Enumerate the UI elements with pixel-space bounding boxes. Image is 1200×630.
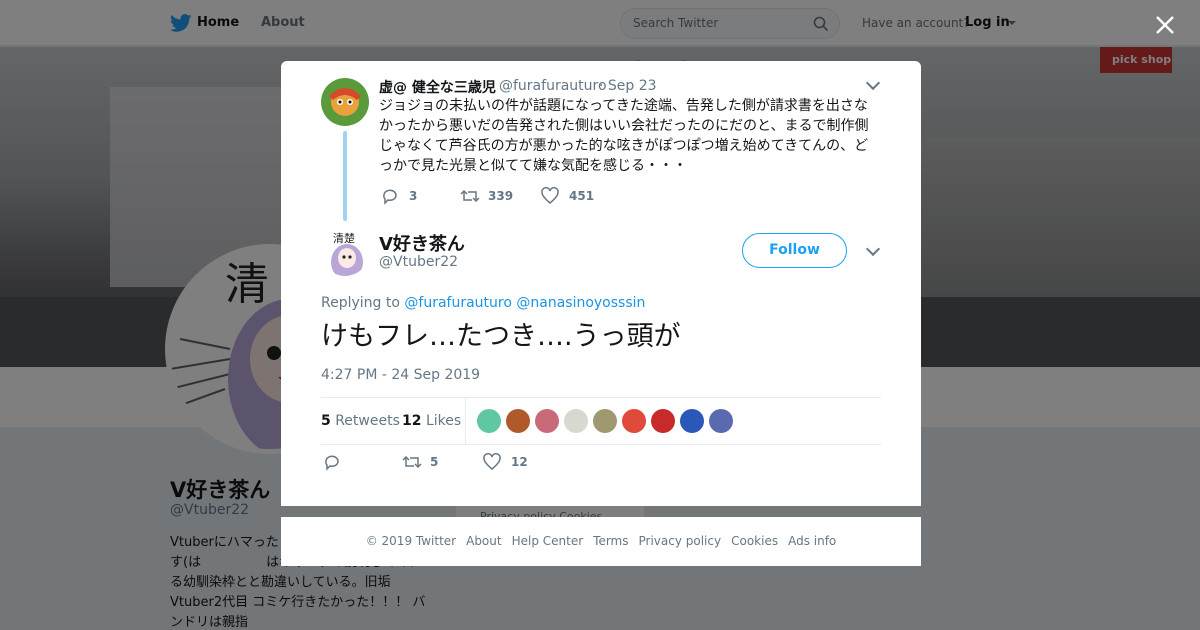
footer-links: © 2019 Twitter About Help Center Terms Priva… [281,534,921,548]
retweet-stat-label: Retweets [335,413,400,429]
tweet-text: けもフレ…たつき….うっ頭が [321,321,681,352]
like-stat[interactable]: 12 Likes [402,413,461,429]
liker-avatar[interactable] [506,409,530,433]
thread-connector-line [343,131,347,221]
liker-avatar[interactable] [709,409,733,433]
heart-icon [541,187,559,204]
footer-link[interactable]: Cookies [731,534,778,548]
footer-link[interactable]: Terms [593,534,628,548]
liker-avatar[interactable] [535,409,559,433]
parent-tweet-author-handle[interactable]: @furafurauturo [499,78,607,94]
retweet-icon [402,455,422,469]
chevron-down-icon[interactable] [865,75,881,91]
parent-reply-action[interactable]: 3 [381,187,441,205]
replying-to-line: Replying to @furafurauturo @nanasinoyoss… [321,295,645,311]
tweet-author-name[interactable]: V好き茶ん [379,230,465,256]
retweet-stat[interactable]: 5 Retweets [321,413,400,429]
parent-retweet-action[interactable]: 339 [460,187,540,205]
parent-tweet-date[interactable]: · Sep 23 [599,78,657,94]
retweet-icon [460,189,480,203]
liker-avatar[interactable] [593,409,617,433]
svg-text:清楚: 清楚 [333,231,355,245]
footer-link[interactable]: © 2019 Twitter [366,534,456,548]
like-action[interactable]: 12 [483,453,543,471]
reply-action[interactable] [323,453,353,471]
heart-icon [483,453,501,470]
tweet-stats-bar: 5 Retweets 12 Likes [321,397,881,445]
replying-to-link-2[interactable]: @nanasinoyosssin [516,295,645,311]
tweet-author-handle[interactable]: @Vtuber22 [379,254,458,270]
parent-tweet-text: ジョジョの未払いの件が話題になってきた途端、告発した側が請求書を出さなかったから… [379,98,869,174]
parent-like-action[interactable]: 451 [541,187,621,205]
footer-link[interactable]: About [466,534,501,548]
footer-link[interactable]: Ads info [788,534,836,548]
footer-link[interactable]: Privacy policy [639,534,722,548]
like-action-count: 12 [511,455,528,469]
modal-footer: © 2019 Twitter About Help Center Terms Priva… [281,517,921,566]
tweet-actions-bar: 5 12 [321,453,881,477]
like-stat-count: 12 [402,413,422,429]
retweet-action-count: 5 [430,455,439,469]
tweet-permalink-modal: 虚@ 健全な三歳児 @furafurauturo · Sep 23 ジョジョの未… [281,61,921,506]
liker-avatar[interactable] [680,409,704,433]
reply-icon [325,455,339,471]
stats-divider [465,398,466,444]
tweet-timestamp[interactable]: 4:27 PM - 24 Sep 2019 [321,367,480,383]
parent-like-count: 451 [569,189,595,203]
replying-to-link-1[interactable]: @furafurauturo [404,295,512,311]
retweet-stat-count: 5 [321,413,331,429]
retweet-action[interactable]: 5 [402,453,462,471]
parent-tweet-author-name[interactable]: 虚@ 健全な三歳児 [379,77,496,97]
close-icon[interactable] [1152,12,1178,38]
follow-button[interactable]: Follow [742,233,847,268]
liker-avatar[interactable] [564,409,588,433]
tweet-author-avatar[interactable]: 清楚 [321,228,369,276]
tweet-avatar-art: 清楚 [321,228,369,276]
footer-link[interactable]: Help Center [512,534,584,548]
like-stat-label: Likes [425,413,462,429]
liker-avatar[interactable] [651,409,675,433]
replying-to-label: Replying to [321,295,400,311]
chevron-down-icon[interactable] [865,241,881,257]
parent-tweet-avatar[interactable] [321,78,369,126]
parent-reply-count: 3 [409,189,418,203]
liker-avatar[interactable] [477,409,501,433]
parent-retweet-count: 339 [488,189,514,203]
parent-avatar-art [321,78,369,126]
liker-avatar[interactable] [622,409,646,433]
reply-icon [383,189,397,205]
